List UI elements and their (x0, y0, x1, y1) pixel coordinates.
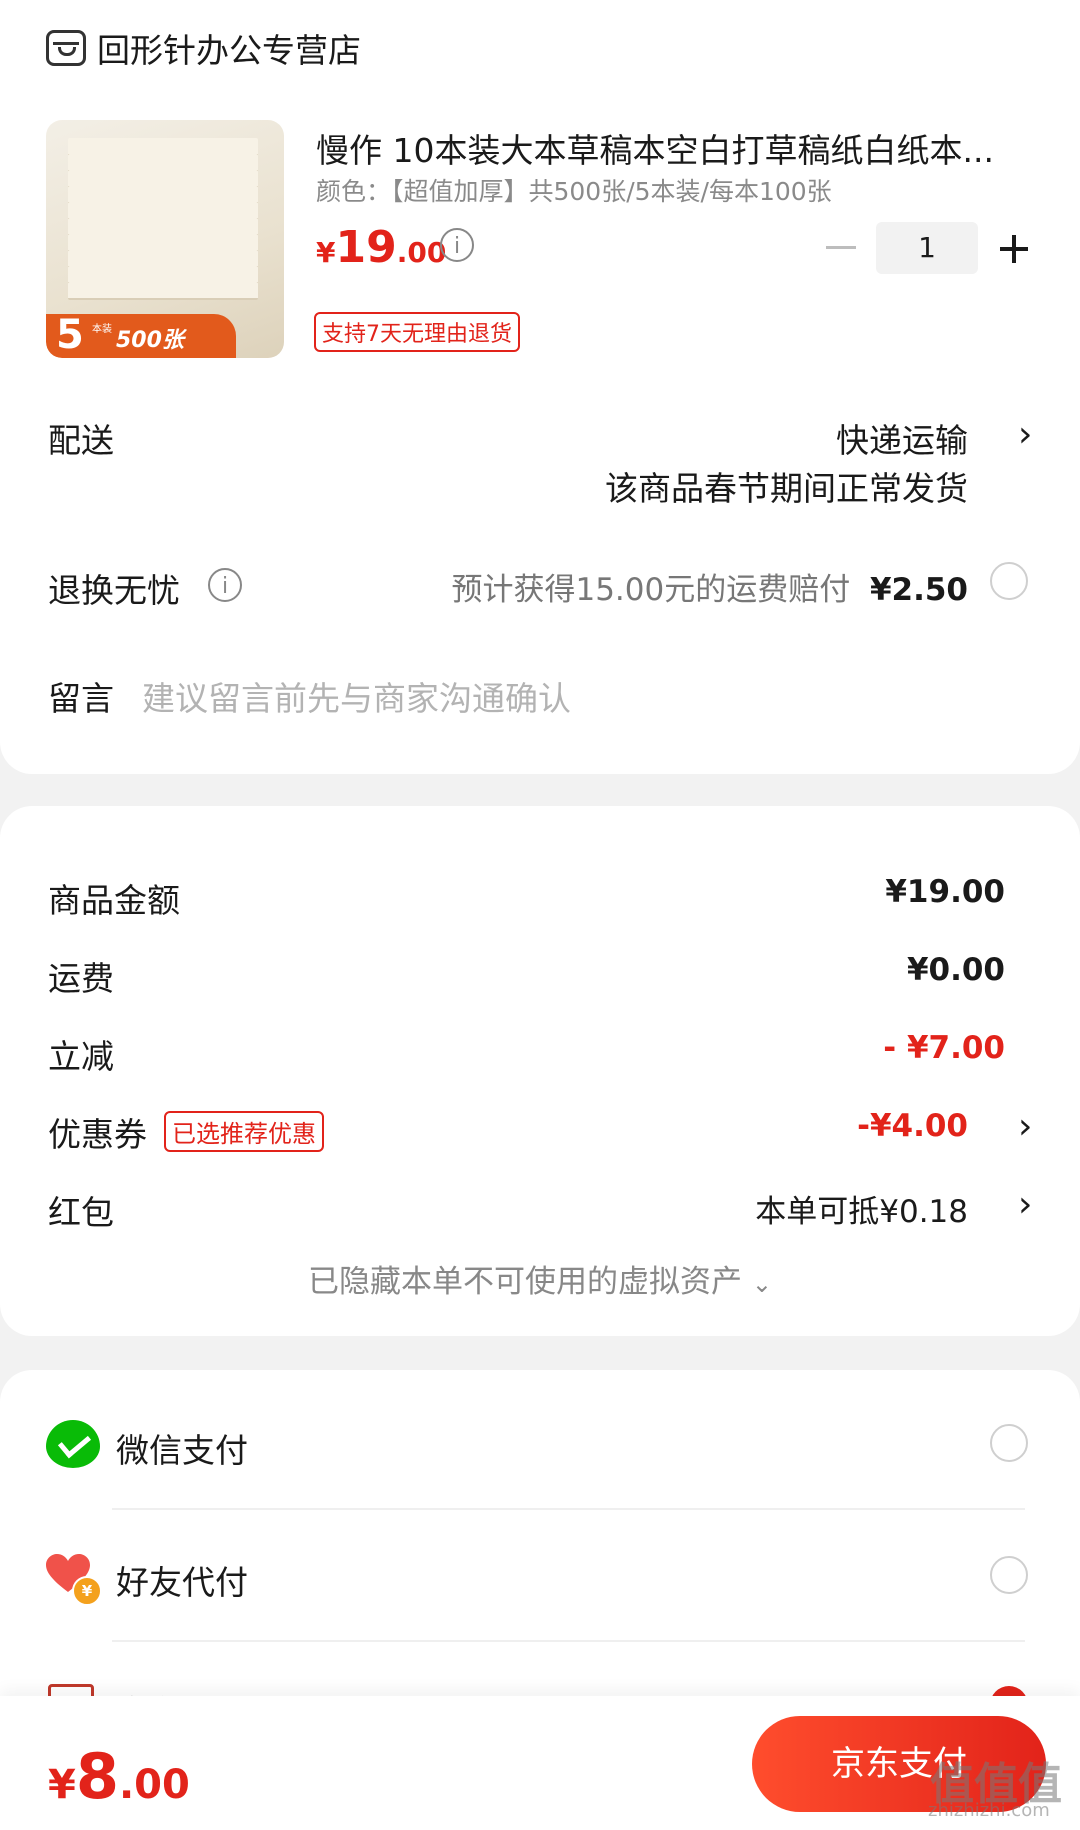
red-packet-value[interactable]: 本单可抵¥0.18 (755, 1186, 968, 1231)
hidden-assets-toggle[interactable]: 已隐藏本单不可使用的虚拟资产 ⌄ (0, 1256, 1080, 1301)
message-input[interactable]: 建议留言前先与商家沟通确认 (142, 672, 571, 720)
discount-value: - ¥7.00 (883, 1030, 1005, 1066)
total-price: ¥8.00 (48, 1740, 190, 1813)
goods-amount-label: 商品金额 (48, 881, 180, 920)
chevron-down-icon: ⌄ (751, 1270, 772, 1298)
delivery-note: 该商品春节期间正常发货 (605, 469, 968, 508)
delivery-label: 配送 (48, 421, 114, 460)
info-icon[interactable]: i (208, 568, 242, 602)
discount-label: 立减 (48, 1037, 114, 1076)
order-item-card (0, 0, 1080, 774)
message-label: 留言 (48, 679, 114, 718)
friend-pay-icon: ¥ (46, 1554, 102, 1606)
wechat-pay-icon (46, 1420, 100, 1468)
goods-amount-value: ¥19.00 (885, 874, 1005, 910)
product-image[interactable]: 5 本装 500张 (46, 120, 284, 358)
wechat-pay-radio[interactable] (990, 1424, 1028, 1462)
coupon-label: 优惠券 (48, 1115, 147, 1154)
product-price: ¥19.00 (316, 222, 447, 273)
shipping-label: 运费 (48, 959, 114, 998)
chevron-right-icon[interactable]: › (1018, 414, 1032, 455)
returns-description: 预计获得15.00元的运费赔付 ¥2.50 (451, 572, 968, 608)
friend-pay-radio[interactable] (990, 1556, 1028, 1594)
product-title[interactable]: 慢作 10本装大本草稿本空白打草稿纸白纸本... (316, 124, 1016, 172)
friend-pay-label[interactable]: 好友代付 (116, 1556, 248, 1604)
divider (112, 1508, 1025, 1510)
delivery-method[interactable]: 快递运输 (836, 414, 968, 462)
info-icon[interactable]: i (440, 228, 474, 262)
quantity-stepper[interactable]: 1 (876, 222, 978, 274)
product-image-badge: 5 本装 500张 (46, 312, 236, 358)
store-name[interactable]: 回形针办公专营店 (97, 24, 361, 72)
return-policy-badge: 支持7天无理由退货 (314, 312, 520, 352)
returns-label: 退换无忧 (48, 571, 180, 610)
shipping-value: ¥0.00 (906, 952, 1005, 988)
divider (112, 1640, 1025, 1642)
wechat-pay-label[interactable]: 微信支付 (116, 1424, 248, 1472)
plus-icon (1012, 235, 1016, 263)
watermark-url: zhizhizhi.com (928, 1800, 1050, 1821)
red-packet-label: 红包 (48, 1193, 114, 1232)
chevron-right-icon[interactable]: › (1018, 1106, 1032, 1147)
store-icon (46, 30, 86, 66)
coupon-value[interactable]: -¥4.00 (857, 1108, 968, 1144)
returns-insurance-radio[interactable] (990, 562, 1028, 600)
coupon-recommended-badge: 已选推荐优惠 (164, 1111, 324, 1152)
quantity-decrease-button[interactable] (826, 246, 856, 249)
chevron-right-icon[interactable]: › (1018, 1184, 1032, 1225)
product-spec[interactable]: 颜色：【超值加厚】共500张/5本装/每本100张 (316, 172, 832, 208)
